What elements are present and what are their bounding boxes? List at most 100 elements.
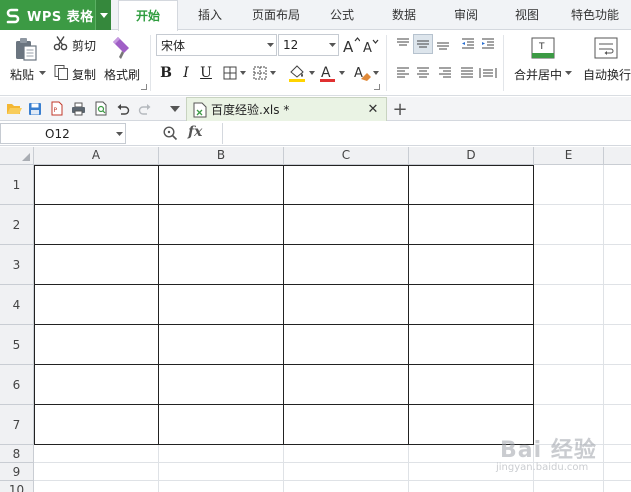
format-painter-button[interactable]: 格式刷 <box>104 66 140 83</box>
cell[interactable] <box>534 365 604 405</box>
cell[interactable] <box>534 325 604 365</box>
wrap-text-button[interactable]: 自动换行 <box>583 66 631 83</box>
fill-color-icon[interactable] <box>287 63 317 83</box>
customize-toolbar-icon[interactable] <box>166 100 183 117</box>
open-folder-icon[interactable] <box>5 100 22 117</box>
cell[interactable] <box>34 365 159 405</box>
column-header-b[interactable]: B <box>159 147 284 165</box>
cell[interactable] <box>409 285 534 325</box>
close-icon[interactable]: ✕ <box>366 101 380 117</box>
cell[interactable] <box>409 205 534 245</box>
paste-button[interactable]: 粘贴 <box>10 66 34 83</box>
italic-button[interactable]: I <box>178 63 194 83</box>
redo-icon[interactable] <box>136 100 153 117</box>
chevron-down-icon[interactable] <box>564 68 572 78</box>
wrap-text-icon[interactable] <box>593 34 619 62</box>
column-header-f[interactable] <box>604 147 631 165</box>
cell[interactable] <box>34 245 159 285</box>
cell[interactable] <box>284 481 409 492</box>
cell[interactable] <box>409 325 534 365</box>
cell[interactable] <box>604 481 631 492</box>
font-launcher-icon[interactable] <box>374 84 380 90</box>
cell[interactable] <box>284 205 409 245</box>
cell[interactable] <box>284 445 409 463</box>
cell[interactable] <box>159 405 284 445</box>
cell[interactable] <box>34 463 159 481</box>
scissors-icon[interactable] <box>53 35 69 51</box>
cell[interactable] <box>604 405 631 445</box>
justify-icon[interactable] <box>458 64 476 82</box>
row-header[interactable]: 4 <box>0 285 34 325</box>
tab-page-layout[interactable]: 页面布局 <box>245 0 307 30</box>
tab-insert[interactable]: 插入 <box>186 0 234 30</box>
column-header-c[interactable]: C <box>284 147 409 165</box>
zoom-search-icon[interactable] <box>162 125 179 142</box>
tab-formulas[interactable]: 公式 <box>320 0 364 30</box>
row-header[interactable]: 8 <box>0 445 34 463</box>
font-name-select[interactable]: 宋体 <box>156 34 277 56</box>
cell[interactable] <box>284 325 409 365</box>
column-header-d[interactable]: D <box>409 147 534 165</box>
name-box[interactable]: O12 <box>0 123 126 144</box>
cell[interactable] <box>604 165 631 205</box>
row-header[interactable]: 2 <box>0 205 34 245</box>
tab-view[interactable]: 视图 <box>505 0 549 30</box>
cell[interactable] <box>534 463 604 481</box>
cell[interactable] <box>159 445 284 463</box>
tab-home[interactable]: 开始 <box>118 0 178 31</box>
cell[interactable] <box>409 245 534 285</box>
formula-input[interactable] <box>222 123 631 144</box>
cell[interactable] <box>409 365 534 405</box>
align-right-icon[interactable] <box>436 64 454 82</box>
cell[interactable] <box>34 325 159 365</box>
print-preview-icon[interactable] <box>92 100 109 117</box>
cell[interactable] <box>159 245 284 285</box>
cell[interactable] <box>34 405 159 445</box>
underline-button[interactable]: U <box>198 63 214 83</box>
row-header[interactable]: 10 <box>0 481 34 492</box>
cell[interactable] <box>34 165 159 205</box>
copy-button[interactable]: 复制 <box>72 66 96 83</box>
merge-center-button[interactable]: 合并居中 <box>514 66 562 83</box>
increase-indent-icon[interactable] <box>479 35 497 53</box>
export-pdf-icon[interactable]: P <box>48 100 65 117</box>
column-header-e[interactable]: E <box>534 147 604 165</box>
row-header[interactable]: 9 <box>0 463 34 481</box>
cell[interactable] <box>534 205 604 245</box>
cell[interactable] <box>34 205 159 245</box>
cell[interactable] <box>604 325 631 365</box>
decrease-font-icon[interactable]: A <box>362 37 380 55</box>
cell[interactable] <box>534 445 604 463</box>
paste-icon[interactable] <box>12 35 40 63</box>
borders-icon[interactable] <box>222 64 248 82</box>
cell[interactable] <box>34 285 159 325</box>
cell[interactable] <box>284 405 409 445</box>
cell[interactable] <box>604 285 631 325</box>
align-center-icon[interactable] <box>414 64 432 82</box>
merge-center-icon[interactable]: T <box>530 34 556 62</box>
clear-format-icon[interactable]: A <box>352 63 380 83</box>
row-header[interactable]: 1 <box>0 165 34 205</box>
insert-function-button[interactable]: fx <box>188 124 202 140</box>
cell[interactable] <box>604 445 631 463</box>
cell[interactable] <box>284 285 409 325</box>
cell-fill-pattern-icon[interactable] <box>252 64 278 82</box>
cell[interactable] <box>159 463 284 481</box>
row-header[interactable]: 5 <box>0 325 34 365</box>
align-left-icon[interactable] <box>394 64 412 82</box>
chevron-down-icon[interactable] <box>95 0 111 30</box>
cell[interactable] <box>534 405 604 445</box>
cell[interactable] <box>409 405 534 445</box>
decrease-indent-icon[interactable] <box>459 35 477 53</box>
cell[interactable] <box>604 245 631 285</box>
cell[interactable] <box>409 463 534 481</box>
tab-special-features[interactable]: 特色功能 <box>563 0 627 30</box>
new-tab-button[interactable]: + <box>391 99 409 120</box>
chevron-down-icon[interactable] <box>113 131 125 136</box>
cell[interactable] <box>284 365 409 405</box>
cell[interactable] <box>159 165 284 205</box>
format-painter-icon[interactable] <box>109 34 135 62</box>
cell[interactable] <box>159 325 284 365</box>
print-icon[interactable] <box>70 100 87 117</box>
align-bottom-icon[interactable] <box>434 35 452 53</box>
